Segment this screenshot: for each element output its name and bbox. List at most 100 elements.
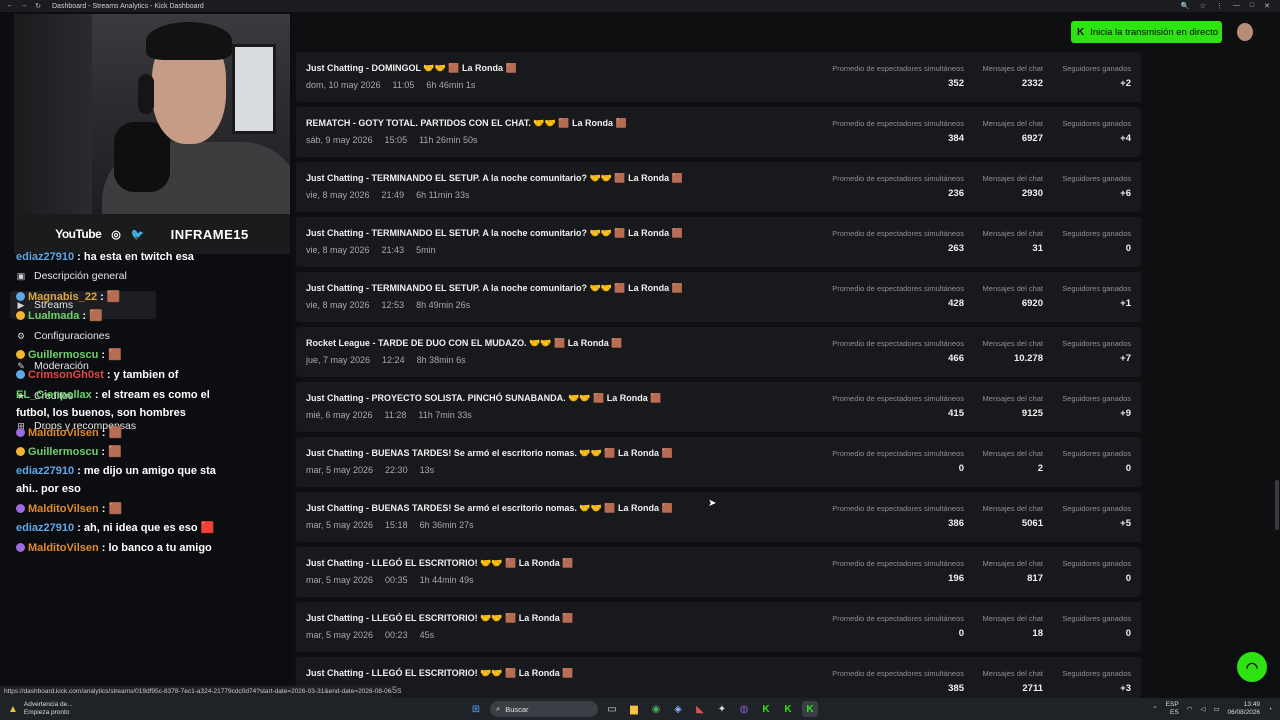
scrollbar[interactable] xyxy=(1275,480,1279,530)
chat-message: ediaz27910 : ah, ni idea que es eso 🟥 xyxy=(16,521,286,536)
stream-row[interactable]: REMATCH - GOTY TOTAL. PARTIDOS CON EL CH… xyxy=(296,107,1141,157)
webcam-streamer-cap xyxy=(146,22,232,60)
help-chat-button[interactable]: ◠ xyxy=(1237,652,1267,682)
back-arrow-icon[interactable]: ← xyxy=(6,2,14,10)
search-icon: ⌕ xyxy=(496,704,501,713)
chat-message: Lualmada : 🟫 xyxy=(16,309,286,324)
reload-icon[interactable]: ↻ xyxy=(34,2,42,10)
stream-duration: 6h 46min 1s xyxy=(426,80,476,90)
notification-bell-icon[interactable]: ◔ xyxy=(1268,706,1272,713)
steam-icon[interactable]: ◈ xyxy=(670,701,686,717)
stream-meta: dom, 10 may 2026 11:05 6h 46min 1s xyxy=(306,80,487,90)
browser-tab-title[interactable]: Dashboard - Streams Analytics - Kick Das… xyxy=(52,3,1181,10)
webcam-microphone xyxy=(114,122,170,192)
chat-text: : el stream es como el xyxy=(91,389,210,401)
dashboard-icon: ▣ xyxy=(16,270,26,281)
wifi-icon[interactable]: ◠ xyxy=(1187,705,1193,713)
stat-label: Mensajes del chat xyxy=(982,394,1043,403)
chat-message: MalditoVilsen : 🟫 xyxy=(16,426,286,441)
stat-followers: Seguidores ganados +4 xyxy=(1062,119,1131,144)
stat-viewers: Promedio de espectadores simultáneos 386 xyxy=(832,504,964,529)
stat-label: Seguidores ganados xyxy=(1062,449,1131,458)
stat-followers: Seguidores ganados +9 xyxy=(1062,394,1131,419)
avatar[interactable] xyxy=(1237,23,1253,41)
chat-text: : me dijo un amigo que sta xyxy=(74,465,216,477)
tray-chevron-icon[interactable]: ⌃ xyxy=(1152,705,1157,713)
battery-icon[interactable]: ▭ xyxy=(1213,705,1219,713)
stream-row[interactable]: Just Chatting - BUENAS TARDES! Se armó e… xyxy=(296,437,1141,487)
stat-label: Promedio de espectadores simultáneos xyxy=(832,229,964,238)
stream-row[interactable]: Just Chatting - DOMINGOL 🤝🤝 🟫 La Ronda 🟫… xyxy=(296,52,1141,102)
stat-label: Promedio de espectadores simultáneos xyxy=(832,559,964,568)
chat-text: : 🟫 xyxy=(98,427,123,439)
stream-title: Just Chatting - TERMINANDO EL SETUP. A l… xyxy=(306,173,683,183)
stream-row[interactable]: Just Chatting - PROYECTO SOLISTA. PINCHÓ… xyxy=(296,382,1141,432)
stat-viewers: Promedio de espectadores simultáneos 263 xyxy=(832,229,964,254)
chat-message: MalditoVilsen : lo banco a tu amigo xyxy=(16,541,286,556)
chrome-icon[interactable]: ◉ xyxy=(648,701,664,717)
kick-app-icon[interactable]: K xyxy=(758,701,774,717)
stream-row[interactable]: Just Chatting - BUENAS TARDES! Se armó e… xyxy=(296,492,1141,542)
task-view-icon[interactable]: ▭ xyxy=(604,701,620,717)
stat-chat: Mensajes del chat 2930 xyxy=(983,174,1043,199)
close-icon[interactable]: ✕ xyxy=(1264,2,1270,10)
minimize-icon[interactable]: — xyxy=(1233,2,1240,10)
stream-row[interactable]: Just Chatting - TERMINANDO EL SETUP. A l… xyxy=(296,217,1141,267)
sidebar-item-label: Descripción general xyxy=(34,270,127,282)
sidebar-item-settings[interactable]: ⚙ Configuraciones xyxy=(16,330,110,342)
taskbar-clock[interactable]: 13:49 06/08/2026 xyxy=(1228,701,1261,717)
bookmark-icon[interactable]: ☆ xyxy=(1200,2,1206,10)
capture-icon[interactable]: ✦ xyxy=(714,701,730,717)
stat-chat: Mensajes del chat 6920 xyxy=(983,284,1043,309)
windows-start-icon[interactable]: ⊞ xyxy=(468,701,484,717)
stream-row[interactable]: Just Chatting - TERMINANDO EL SETUP. A l… xyxy=(296,162,1141,212)
stream-meta: mar, 5 may 2026 00:23 45s xyxy=(306,630,446,640)
stat-label: Promedio de espectadores simultáneos xyxy=(832,174,964,183)
chat-username: Guillermoscu xyxy=(28,446,99,458)
taskbar-notification[interactable]: ▲ Advertencia de... Empieza pronto xyxy=(8,701,73,717)
menu-icon[interactable]: ⋮ xyxy=(1216,2,1223,10)
stat-label: Promedio de espectadores simultáneos xyxy=(832,504,964,513)
chat-badge-icon xyxy=(16,428,25,437)
stat-followers: Seguidores ganados 0 xyxy=(1062,559,1131,584)
chat-message: ediaz27910 : ha esta en twitch esa xyxy=(16,250,286,265)
chat-username: MalditoVilsen xyxy=(28,503,99,515)
stat-value: +6 xyxy=(1120,188,1131,199)
go-live-label: Inicia la transmisión en directo xyxy=(1090,26,1219,38)
stat-viewers: Promedio de espectadores simultáneos 236 xyxy=(832,174,964,199)
stat-followers: Seguidores ganados +6 xyxy=(1062,174,1131,199)
stat-viewers: Promedio de espectadores simultáneos 385 xyxy=(832,669,964,694)
sidebar-item-overview[interactable]: ▣ Descripción general xyxy=(16,270,127,282)
file-explorer-icon[interactable]: ▆ xyxy=(626,701,642,717)
kick-app-icon-2[interactable]: K xyxy=(780,701,796,717)
go-live-button[interactable]: K Inicia la transmisión en directo xyxy=(1071,21,1222,43)
stat-label: Seguidores ganados xyxy=(1062,339,1131,348)
stream-meta: mar, 5 may 2026 15:18 6h 36min 27s xyxy=(306,520,486,530)
stat-value: 384 xyxy=(948,133,964,144)
chat-message: Magnabis_22 : 🟫 xyxy=(16,290,286,305)
stream-meta: mar, 5 may 2026 00:35 1h 44min 49s xyxy=(306,575,486,585)
taskbar-search[interactable]: ⌕ Buscar xyxy=(490,701,598,717)
input-language[interactable]: ESP ES xyxy=(1166,701,1179,717)
app-icon[interactable]: ◣ xyxy=(692,701,708,717)
stream-row[interactable]: Just Chatting - LLEGÓ EL ESCRITORIO! 🤝🤝 … xyxy=(296,547,1141,597)
stream-row[interactable]: Just Chatting - TERMINANDO EL SETUP. A l… xyxy=(296,272,1141,322)
stat-value: +5 xyxy=(1120,518,1131,529)
discord-icon[interactable]: ◍ xyxy=(736,701,752,717)
stream-title: Just Chatting - LLEGÓ EL ESCRITORIO! 🤝🤝 … xyxy=(306,558,574,568)
stream-duration: 8h 49min 26s xyxy=(416,300,471,310)
os-taskbar: ▲ Advertencia de... Empieza pronto ⊞ ⌕ B… xyxy=(0,698,1280,720)
stat-value: 466 xyxy=(948,353,964,364)
volume-icon[interactable]: ◁ xyxy=(1200,705,1205,713)
stream-row[interactable]: Rocket League - TARDE DE DUO CON EL MUDA… xyxy=(296,327,1141,377)
forward-arrow-icon[interactable]: → xyxy=(20,2,28,10)
stat-chat: Mensajes del chat 6927 xyxy=(983,119,1043,144)
stream-date: mar, 5 may 2026 xyxy=(306,630,374,640)
status-url-bar: https://dashboard.kick.com/analytics/str… xyxy=(0,686,392,698)
stat-label: Mensajes del chat xyxy=(982,284,1043,293)
kick-app-icon-active[interactable]: K xyxy=(802,701,818,717)
browser-search-icon[interactable]: 🔍 xyxy=(1181,2,1190,10)
stream-row[interactable]: Just Chatting - LLEGÓ EL ESCRITORIO! 🤝🤝 … xyxy=(296,602,1141,652)
maximize-icon[interactable]: □ xyxy=(1250,2,1254,10)
stream-date: jue, 7 may 2026 xyxy=(306,355,371,365)
